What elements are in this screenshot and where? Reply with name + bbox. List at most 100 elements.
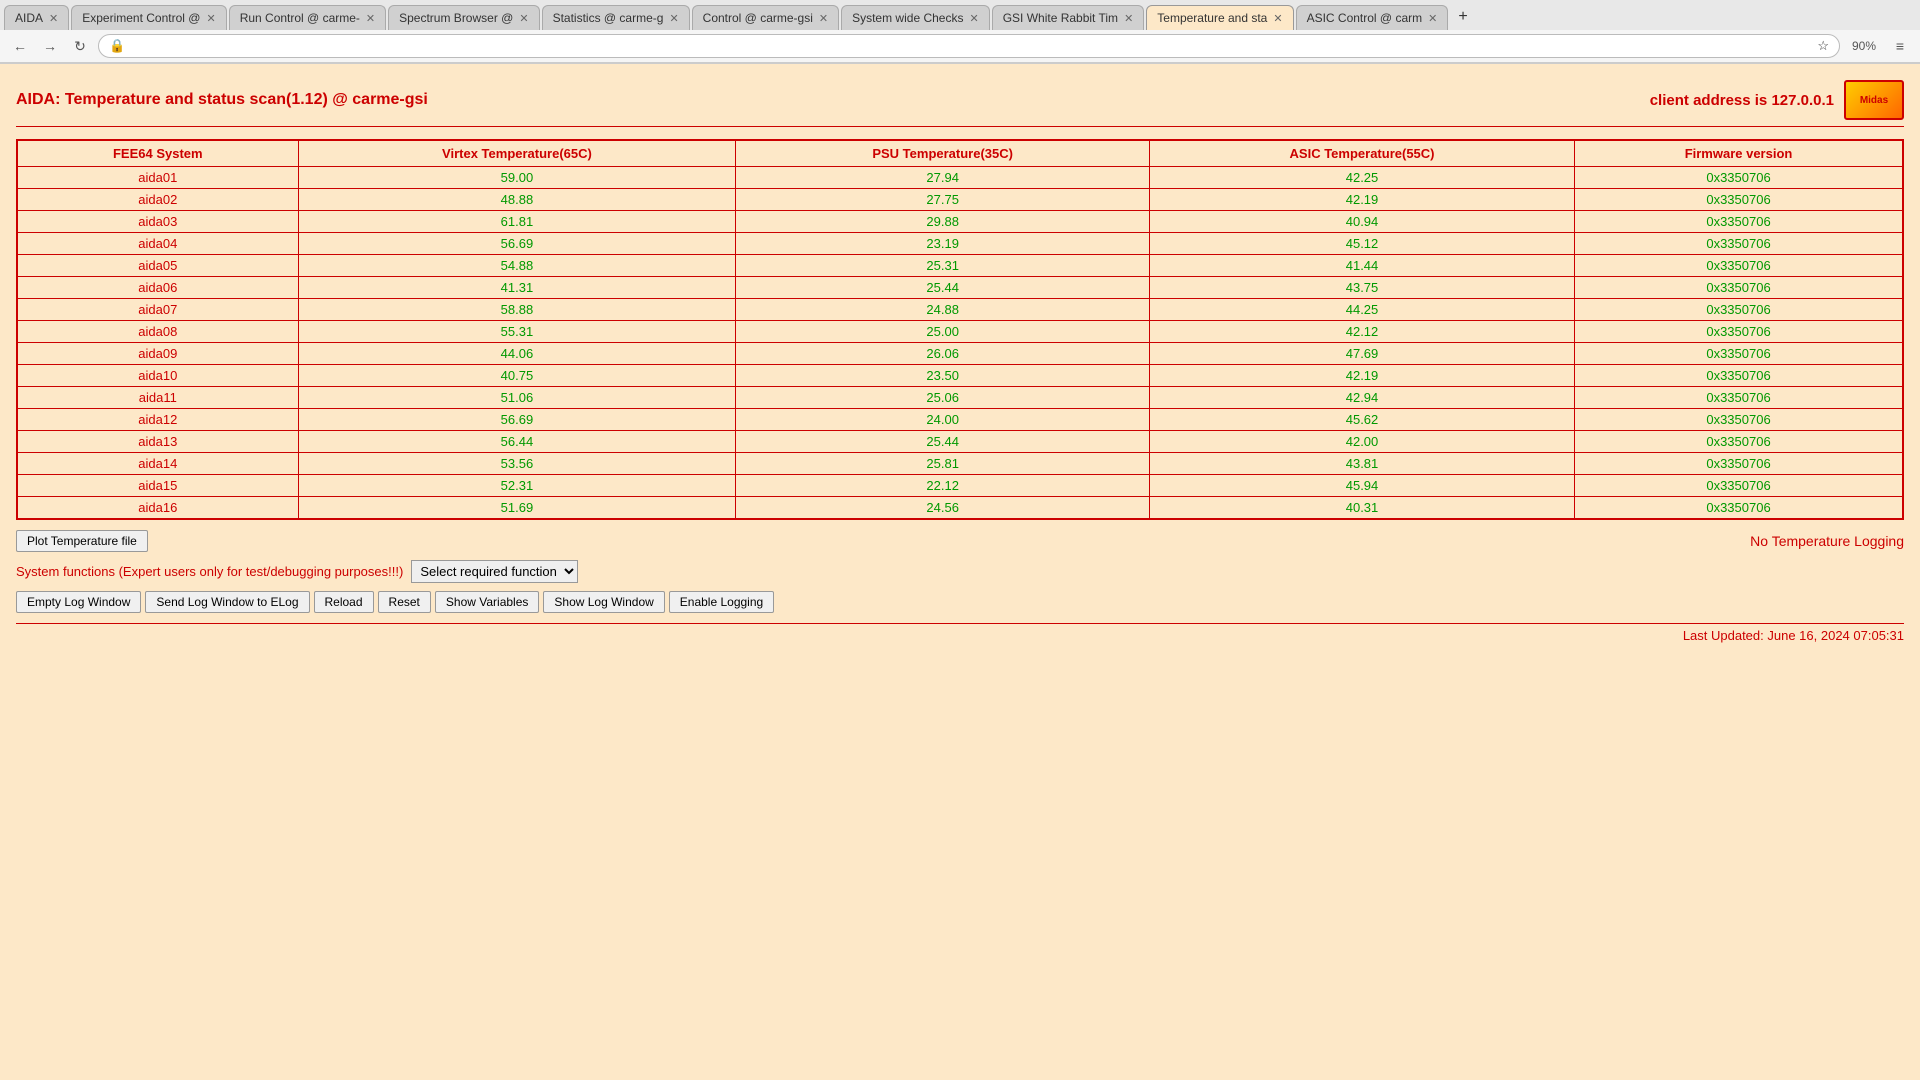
back-button[interactable]: ←: [8, 34, 32, 58]
close-tab-icon[interactable]: ✕: [1124, 12, 1133, 25]
temperature-table: FEE64 System Virtex Temperature(65C) PSU…: [16, 139, 1904, 520]
forward-button[interactable]: →: [38, 34, 62, 58]
close-tab-icon[interactable]: ✕: [1428, 12, 1437, 25]
cell-psu: 23.50: [736, 365, 1150, 387]
cell-virtex: 48.88: [298, 189, 736, 211]
cell-firmware: 0x3350706: [1575, 431, 1903, 453]
address-bar: 🔒 localhost:8015/AIDA/TSCAN/TSCAN.tml ☆: [98, 34, 1840, 58]
close-tab-icon[interactable]: ✕: [366, 12, 375, 25]
add-tab-button[interactable]: +: [1450, 4, 1475, 30]
table-row: aida0159.0027.9442.250x3350706: [17, 167, 1903, 189]
tab-spectrum[interactable]: Spectrum Browser @ ✕: [388, 5, 539, 30]
col-header-system: FEE64 System: [17, 140, 298, 167]
cell-firmware: 0x3350706: [1575, 343, 1903, 365]
show-log-window-button[interactable]: Show Log Window: [543, 591, 664, 613]
table-row: aida0248.8827.7542.190x3350706: [17, 189, 1903, 211]
cell-psu: 23.19: [736, 233, 1150, 255]
cell-asic: 40.94: [1150, 211, 1575, 233]
cell-psu: 25.81: [736, 453, 1150, 475]
enable-logging-button[interactable]: Enable Logging: [669, 591, 774, 613]
cell-virtex: 56.69: [298, 409, 736, 431]
cell-virtex: 51.69: [298, 497, 736, 520]
cell-psu: 26.06: [736, 343, 1150, 365]
plot-temperature-button[interactable]: Plot Temperature file: [16, 530, 148, 552]
cell-system: aida10: [17, 365, 298, 387]
address-input[interactable]: localhost:8015/AIDA/TSCAN/TSCAN.tml: [131, 39, 1811, 54]
cell-psu: 25.44: [736, 277, 1150, 299]
cell-asic: 42.00: [1150, 431, 1575, 453]
cell-psu: 25.44: [736, 431, 1150, 453]
tab-gsi-white-rabbit[interactable]: GSI White Rabbit Tim ✕: [992, 5, 1145, 30]
show-variables-button[interactable]: Show Variables: [435, 591, 540, 613]
cell-virtex: 55.31: [298, 321, 736, 343]
table-row: aida1151.0625.0642.940x3350706: [17, 387, 1903, 409]
tab-run-control[interactable]: Run Control @ carme- ✕: [229, 5, 386, 30]
close-tab-icon[interactable]: ✕: [206, 12, 215, 25]
cell-asic: 41.44: [1150, 255, 1575, 277]
cell-system: aida05: [17, 255, 298, 277]
col-header-firmware: Firmware version: [1575, 140, 1903, 167]
cell-asic: 45.62: [1150, 409, 1575, 431]
cell-system: aida06: [17, 277, 298, 299]
cell-system: aida13: [17, 431, 298, 453]
reset-button[interactable]: Reset: [378, 591, 431, 613]
table-row: aida1356.4425.4442.000x3350706: [17, 431, 1903, 453]
tab-experiment[interactable]: Experiment Control @ ✕: [71, 5, 226, 30]
close-tab-icon[interactable]: ✕: [969, 12, 978, 25]
table-row: aida1453.5625.8143.810x3350706: [17, 453, 1903, 475]
last-updated: Last Updated: June 16, 2024 07:05:31: [16, 623, 1904, 643]
cell-asic: 40.31: [1150, 497, 1575, 520]
browser-chrome: AIDA ✕ Experiment Control @ ✕ Run Contro…: [0, 0, 1920, 64]
tab-control[interactable]: Control @ carme-gsi ✕: [692, 5, 839, 30]
cell-firmware: 0x3350706: [1575, 475, 1903, 497]
cell-firmware: 0x3350706: [1575, 233, 1903, 255]
cell-virtex: 56.44: [298, 431, 736, 453]
cell-asic: 42.19: [1150, 365, 1575, 387]
cell-firmware: 0x3350706: [1575, 409, 1903, 431]
page-content: AIDA: Temperature and status scan(1.12) …: [0, 64, 1920, 1064]
close-tab-icon[interactable]: ✕: [1273, 12, 1282, 25]
table-row: aida0641.3125.4443.750x3350706: [17, 277, 1903, 299]
cell-firmware: 0x3350706: [1575, 497, 1903, 520]
cell-firmware: 0x3350706: [1575, 189, 1903, 211]
navigation-bar: ← → ↻ 🔒 localhost:8015/AIDA/TSCAN/TSCAN.…: [0, 30, 1920, 63]
cell-virtex: 53.56: [298, 453, 736, 475]
cell-system: aida11: [17, 387, 298, 409]
extensions-button[interactable]: ≡: [1888, 34, 1912, 58]
cell-virtex: 51.06: [298, 387, 736, 409]
reload-button[interactable]: Reload: [314, 591, 374, 613]
cell-psu: 25.06: [736, 387, 1150, 409]
cell-asic: 43.75: [1150, 277, 1575, 299]
tab-bar: AIDA ✕ Experiment Control @ ✕ Run Contro…: [0, 0, 1920, 30]
bookmark-icon[interactable]: ☆: [1817, 38, 1829, 54]
function-select[interactable]: Select required function: [411, 560, 578, 583]
tab-temperature[interactable]: Temperature and sta ✕: [1146, 5, 1293, 30]
empty-log-button[interactable]: Empty Log Window: [16, 591, 141, 613]
zoom-level: 90%: [1846, 39, 1882, 53]
cell-asic: 47.69: [1150, 343, 1575, 365]
table-row: aida0944.0626.0647.690x3350706: [17, 343, 1903, 365]
cell-firmware: 0x3350706: [1575, 255, 1903, 277]
tab-asic-control[interactable]: ASIC Control @ carm ✕: [1296, 5, 1449, 30]
close-tab-icon[interactable]: ✕: [49, 12, 58, 25]
cell-virtex: 52.31: [298, 475, 736, 497]
cell-psu: 27.94: [736, 167, 1150, 189]
close-tab-icon[interactable]: ✕: [519, 12, 528, 25]
tab-statistics[interactable]: Statistics @ carme-g ✕: [542, 5, 690, 30]
cell-psu: 24.00: [736, 409, 1150, 431]
table-row: aida1040.7523.5042.190x3350706: [17, 365, 1903, 387]
shield-icon: 🔒: [109, 38, 125, 54]
table-row: aida0456.6923.1945.120x3350706: [17, 233, 1903, 255]
cell-psu: 24.56: [736, 497, 1150, 520]
page-title: AIDA: Temperature and status scan(1.12) …: [16, 91, 428, 109]
table-row: aida0554.8825.3141.440x3350706: [17, 255, 1903, 277]
tab-system-checks[interactable]: System wide Checks ✕: [841, 5, 990, 30]
reload-button[interactable]: ↻: [68, 34, 92, 58]
cell-system: aida15: [17, 475, 298, 497]
cell-firmware: 0x3350706: [1575, 453, 1903, 475]
tab-aida[interactable]: AIDA ✕: [4, 5, 69, 30]
send-log-elog-button[interactable]: Send Log Window to ELog: [145, 591, 309, 613]
system-functions-label: System functions (Expert users only for …: [16, 564, 403, 579]
close-tab-icon[interactable]: ✕: [669, 12, 678, 25]
close-tab-icon[interactable]: ✕: [819, 12, 828, 25]
